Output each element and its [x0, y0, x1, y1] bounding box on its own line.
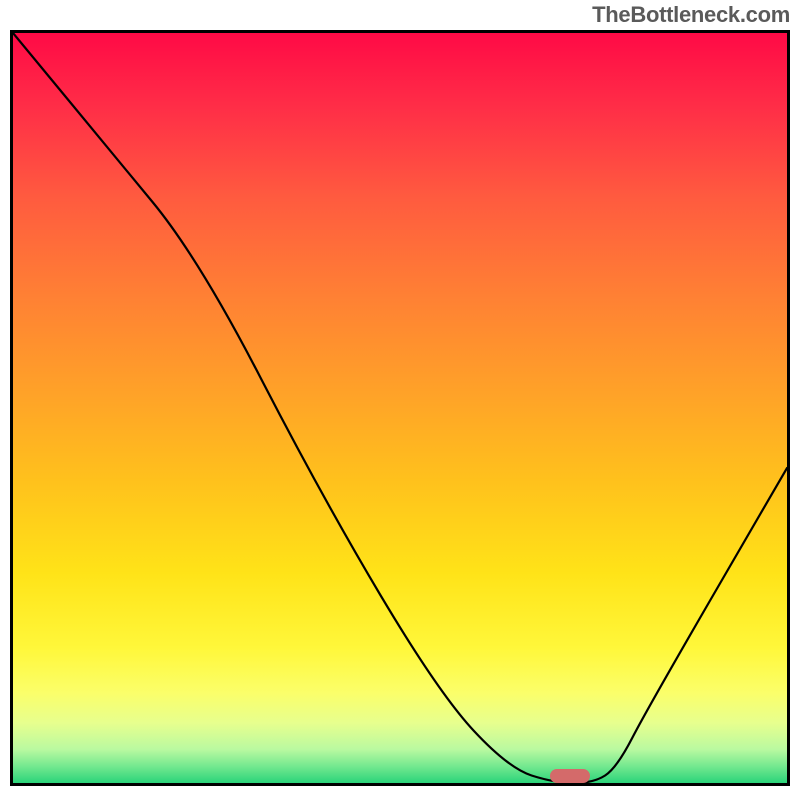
watermark-label: TheBottleneck.com — [592, 2, 790, 28]
bottleneck-curve — [13, 33, 787, 783]
chart-container: TheBottleneck.com — [0, 0, 800, 800]
plot-area — [10, 30, 790, 786]
optimal-marker — [550, 769, 590, 783]
